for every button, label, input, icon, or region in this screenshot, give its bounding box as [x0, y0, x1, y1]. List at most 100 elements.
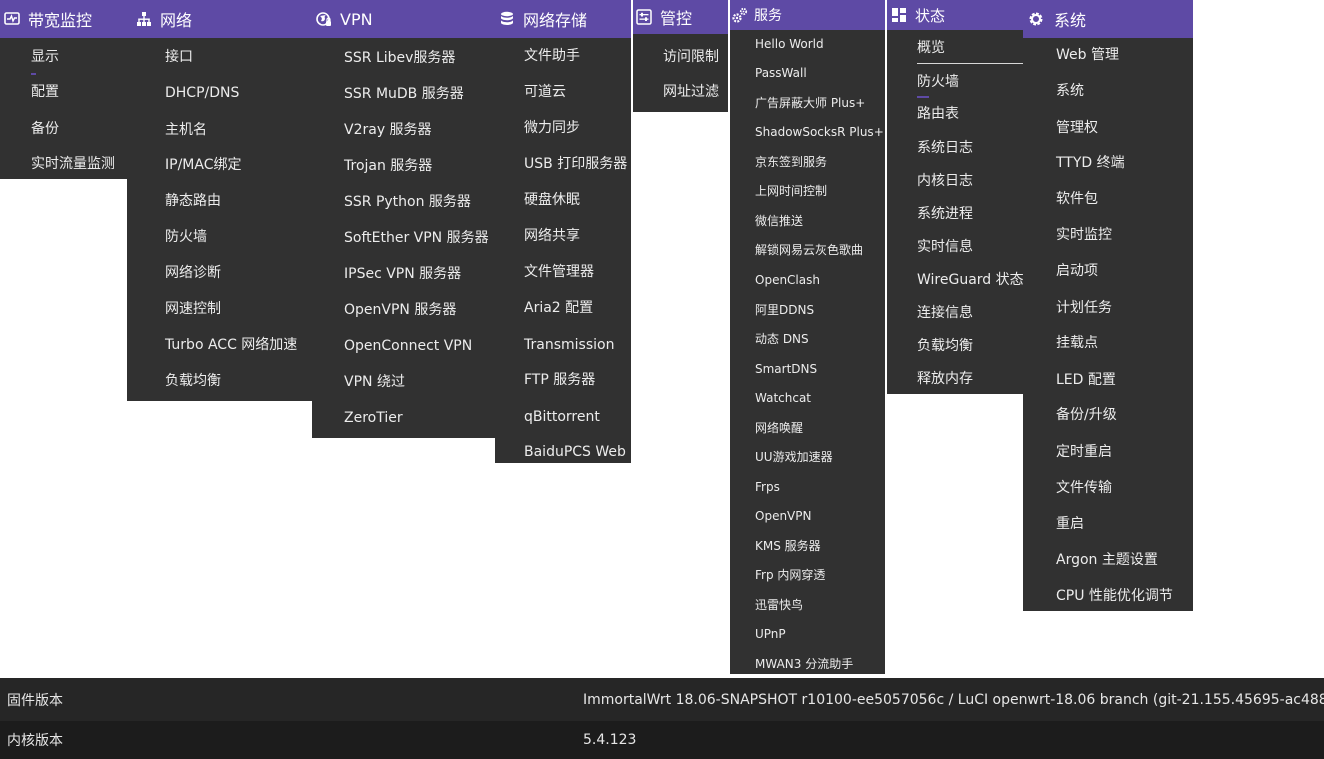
menu-nas-header[interactable]: 网络存储: [495, 0, 631, 38]
menu-item-status-loadbalance[interactable]: 负载均衡: [917, 336, 1023, 356]
menu-status-header[interactable]: 状态: [887, 0, 1023, 30]
menu-item-nas-filehelper[interactable]: 文件助手: [524, 46, 631, 66]
menu-item-services-uugame[interactable]: UU游戏加速器: [755, 447, 885, 467]
menu-item-vpn-openvpn[interactable]: OpenVPN 服务器: [344, 300, 495, 320]
menu-item-system-ttyd[interactable]: TTYD 终端: [1056, 153, 1193, 173]
menu-item-nas-ftp[interactable]: FTP 服务器: [524, 370, 631, 390]
menu-item-system-mounts[interactable]: 挂载点: [1056, 333, 1193, 353]
menu-vpn-title: VPN: [340, 9, 373, 29]
menu-item-services-ddns[interactable]: 动态 DNS: [755, 329, 885, 349]
menu-item-bandwidth-config[interactable]: 配置: [31, 82, 127, 102]
menu-item-control-urlfilter[interactable]: 网址过滤: [663, 82, 728, 102]
menu-item-network-ipmac[interactable]: IP/MAC绑定: [165, 155, 312, 175]
menu-item-services-wol[interactable]: 网络唤醒: [755, 418, 885, 438]
menu-item-nas-usbprinter[interactable]: USB 打印服务器: [524, 154, 631, 174]
menu-item-system-cpufreq[interactable]: CPU 性能优化调节: [1056, 586, 1193, 606]
menu-item-network-speed[interactable]: 网速控制: [165, 299, 312, 319]
menu-vpn-header[interactable]: VPN: [312, 0, 495, 38]
menu-item-services-aliddns[interactable]: 阿里DDNS: [755, 300, 885, 320]
menu-item-services-helloworld[interactable]: Hello World: [755, 34, 885, 54]
menu-item-system-filetransfer[interactable]: 文件传输: [1056, 478, 1193, 498]
menu-item-nas-filemanager[interactable]: 文件管理器: [524, 262, 631, 282]
menu-item-status-realtime[interactable]: 实时信息: [917, 237, 1023, 257]
menu-item-system-reboot[interactable]: 重启: [1056, 514, 1193, 534]
menu-item-services-smartdns[interactable]: SmartDNS: [755, 359, 885, 379]
menu-control: 管控 访问限制 网址过滤: [633, 0, 728, 112]
menu-item-status-connections[interactable]: 连接信息: [917, 303, 1023, 323]
menu-item-system-crontab[interactable]: 计划任务: [1056, 298, 1193, 318]
menu-item-network-dhcp[interactable]: DHCP/DNS: [165, 83, 312, 103]
menu-item-bandwidth-display[interactable]: 显示: [31, 47, 127, 67]
menu-item-vpn-bypass[interactable]: VPN 绕过: [344, 372, 495, 392]
menu-nas: 网络存储 文件助手 可道云 微力同步 USB 打印服务器 硬盘休眠 网络共享 文…: [495, 0, 631, 463]
menu-item-control-access[interactable]: 访问限制: [663, 47, 728, 67]
menu-item-status-dropcaches[interactable]: 释放内存: [917, 369, 1023, 389]
menu-item-services-openvpn[interactable]: OpenVPN: [755, 506, 885, 526]
menu-item-vpn-ssr-mudb[interactable]: SSR MuDB 服务器: [344, 84, 495, 104]
menu-item-network-diagnostics[interactable]: 网络诊断: [165, 263, 312, 283]
menu-services-header[interactable]: 服务: [730, 0, 885, 30]
menu-item-system-autoreboot[interactable]: 定时重启: [1056, 442, 1193, 462]
menu-item-status-firewall[interactable]: 防火墙: [917, 72, 1023, 92]
menu-item-status-routes[interactable]: 路由表: [917, 104, 1023, 124]
menu-item-system-webadmin[interactable]: Web 管理: [1056, 45, 1193, 65]
menu-item-services-timecontrol[interactable]: 上网时间控制: [755, 181, 885, 201]
menu-item-services-openclash[interactable]: OpenClash: [755, 270, 885, 290]
menu-item-nas-qbittorrent[interactable]: qBittorrent: [524, 407, 631, 427]
menu-item-vpn-ssr-python[interactable]: SSR Python 服务器: [344, 192, 495, 212]
menu-item-bandwidth-backup[interactable]: 备份: [31, 119, 127, 139]
menu-item-vpn-openconnect[interactable]: OpenConnect VPN: [344, 336, 495, 356]
menu-item-nas-kodbox[interactable]: 可道云: [524, 82, 631, 102]
menu-item-network-firewall[interactable]: 防火墙: [165, 227, 312, 247]
menu-item-status-wireguard[interactable]: WireGuard 状态: [917, 270, 1024, 290]
menu-item-bandwidth-realtime[interactable]: 实时流量监测: [31, 154, 127, 174]
menu-item-vpn-zerotier[interactable]: ZeroTier: [344, 408, 495, 428]
menu-services-items: Hello World PassWall 广告屏蔽大师 Plus+ Shadow…: [730, 30, 885, 674]
menu-item-services-kms[interactable]: KMS 服务器: [755, 536, 885, 556]
menu-item-network-turboacc[interactable]: Turbo ACC 网络加速: [165, 335, 312, 355]
menu-item-system-admin[interactable]: 管理权: [1056, 118, 1193, 138]
menu-item-nas-transmission[interactable]: Transmission: [524, 335, 631, 355]
menu-item-vpn-softether[interactable]: SoftEther VPN 服务器: [344, 228, 495, 248]
menu-item-nas-aria2[interactable]: Aria2 配置: [524, 298, 631, 318]
menu-item-services-passwall[interactable]: PassWall: [755, 63, 885, 83]
menu-item-network-loadbalance[interactable]: 负载均衡: [165, 371, 312, 391]
menu-item-services-frpc[interactable]: Frp 内网穿透: [755, 565, 885, 585]
menu-item-vpn-ipsec[interactable]: IPSec VPN 服务器: [344, 264, 495, 284]
menu-item-system-packages[interactable]: 软件包: [1056, 189, 1193, 209]
menu-item-services-xunlei[interactable]: 迅雷快鸟: [755, 595, 885, 615]
menu-item-services-upnp[interactable]: UPnP: [755, 624, 885, 644]
menu-system-header[interactable]: 系统: [1023, 0, 1193, 38]
menu-item-network-hostname[interactable]: 主机名: [165, 120, 312, 140]
menu-item-services-frps[interactable]: Frps: [755, 477, 885, 497]
menu-item-network-routes[interactable]: 静态路由: [165, 191, 312, 211]
menu-item-system-backup[interactable]: 备份/升级: [1056, 405, 1193, 425]
menu-item-services-adbyby[interactable]: 广告屏蔽大师 Plus+: [755, 93, 885, 113]
menu-item-status-syslog[interactable]: 系统日志: [917, 138, 1023, 158]
menu-item-system-netdata[interactable]: 实时监控: [1056, 225, 1193, 245]
menu-item-system-startup[interactable]: 启动项: [1056, 261, 1193, 281]
menu-item-vpn-trojan[interactable]: Trojan 服务器: [344, 156, 495, 176]
menu-item-nas-baidupcs[interactable]: BaiduPCS Web: [524, 442, 631, 462]
menu-control-header[interactable]: 管控: [633, 0, 728, 34]
menu-item-services-ssrplus[interactable]: ShadowSocksR Plus+: [755, 122, 885, 142]
menu-item-status-dmesg[interactable]: 内核日志: [917, 171, 1023, 191]
menu-item-services-watchcat[interactable]: Watchcat: [755, 388, 885, 408]
menu-item-nas-verysync[interactable]: 微力同步: [524, 118, 631, 138]
menu-item-vpn-ssr-libev[interactable]: SSR Libev服务器: [344, 48, 495, 68]
menu-item-system-system[interactable]: 系统: [1056, 81, 1193, 101]
menu-network-header[interactable]: 网络: [127, 0, 312, 38]
menu-item-services-unblockmusic[interactable]: 解锁网易云灰色歌曲: [755, 240, 885, 260]
menu-bandwidth-header[interactable]: 带宽监控: [0, 0, 127, 38]
menu-item-status-processes[interactable]: 系统进程: [917, 204, 1023, 224]
menu-item-nas-samba[interactable]: 网络共享: [524, 226, 631, 246]
menu-item-network-interfaces[interactable]: 接口: [165, 47, 312, 67]
menu-item-nas-hdidle[interactable]: 硬盘休眠: [524, 190, 631, 210]
menu-item-vpn-v2ray[interactable]: V2ray 服务器: [344, 120, 495, 140]
menu-item-system-led[interactable]: LED 配置: [1056, 370, 1193, 390]
menu-item-system-argon[interactable]: Argon 主题设置: [1056, 550, 1193, 570]
menu-item-status-overview[interactable]: 概览: [917, 38, 1023, 58]
menu-item-services-jdsign[interactable]: 京东签到服务: [755, 152, 885, 172]
menu-item-services-mwan3[interactable]: MWAN3 分流助手: [755, 654, 885, 674]
menu-item-services-wechatpush[interactable]: 微信推送: [755, 211, 885, 231]
